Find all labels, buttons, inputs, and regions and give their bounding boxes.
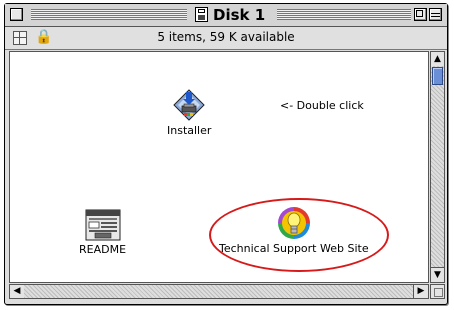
horizontal-scroll-track[interactable] <box>24 285 414 298</box>
highlight-oval <box>209 198 389 272</box>
title-bar[interactable]: Disk 1 <box>5 4 447 27</box>
installer-icon <box>173 89 205 121</box>
vertical-scrollbar[interactable]: ▲ ▼ <box>430 51 445 283</box>
content-area: Installer <- Double click README Technic… <box>9 51 429 283</box>
status-text: 5 items, 59 K available <box>157 30 295 44</box>
installer-file[interactable]: Installer <box>167 88 211 137</box>
scroll-left-arrow-icon[interactable]: ◀ <box>10 285 25 298</box>
scroll-right-arrow-icon[interactable]: ▶ <box>413 285 428 298</box>
vertical-scroll-thumb[interactable] <box>432 67 443 85</box>
disk-icon <box>195 7 208 22</box>
window-header: 🔒 5 items, 59 K available <box>5 27 447 50</box>
resize-grow-box[interactable] <box>430 284 445 299</box>
installer-label: Installer <box>167 124 212 137</box>
window-title-group: Disk 1 <box>191 5 270 24</box>
collapse-box-button[interactable] <box>429 8 442 21</box>
horizontal-scrollbar[interactable]: ◀ ▶ <box>9 284 429 299</box>
window-title: Disk 1 <box>213 5 266 24</box>
scroll-down-arrow-icon[interactable]: ▼ <box>431 267 444 282</box>
vertical-scroll-track[interactable] <box>431 66 444 268</box>
title-stripes-left <box>31 9 187 20</box>
document-icon <box>85 209 121 241</box>
readme-label: README <box>79 243 127 256</box>
zoom-box-button[interactable] <box>414 8 427 21</box>
scroll-up-arrow-icon[interactable]: ▲ <box>431 52 444 67</box>
double-click-annotation: <- Double click <box>280 99 364 112</box>
close-box-button[interactable] <box>10 8 23 21</box>
readme-file[interactable]: README <box>79 209 126 256</box>
title-stripes-right <box>277 9 411 20</box>
finder-window: Disk 1 🔒 5 items, 59 K available Install… <box>4 3 448 305</box>
